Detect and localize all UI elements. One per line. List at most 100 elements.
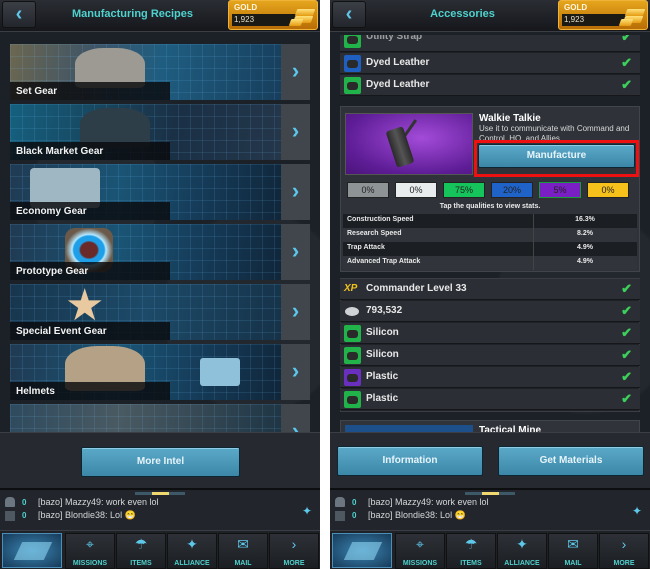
recipe-partial[interactable]: › bbox=[10, 404, 310, 432]
get-materials-button[interactable]: Get Materials bbox=[498, 446, 644, 476]
chevron-right-icon[interactable]: › bbox=[281, 344, 310, 400]
envelope-icon: ✉ bbox=[567, 536, 579, 552]
chat-bar[interactable]: 0 [bazo] Mazzy49: work even lol 0 [bazo]… bbox=[0, 490, 320, 530]
nav-label: MISSIONS bbox=[402, 560, 438, 567]
crosshair-icon: ⌖ bbox=[416, 536, 424, 552]
quality-white[interactable]: 0% bbox=[395, 182, 437, 198]
information-button[interactable]: Information bbox=[337, 446, 483, 476]
player-icon bbox=[335, 497, 345, 507]
page-title: Manufacturing Recipes bbox=[71, 8, 194, 20]
eagle-icon: ✦ bbox=[186, 536, 198, 552]
requirement-label: 793,532 bbox=[366, 305, 403, 316]
quality-grey[interactable]: 0% bbox=[347, 182, 389, 198]
nav-mail[interactable]: ✉ MAIL bbox=[548, 533, 598, 569]
nav-alliance[interactable]: ✦ ALLIANCE bbox=[497, 533, 547, 569]
material-row[interactable]: Dyed Leather ✔ bbox=[340, 53, 640, 74]
chevron-left-icon: ‹ bbox=[15, 3, 23, 25]
eagle-icon: ✦ bbox=[516, 536, 528, 552]
nav-label: MORE bbox=[613, 560, 635, 567]
chat-message: [bazo] Mazzy49: work even lol bbox=[38, 497, 159, 507]
silver-coins-icon bbox=[345, 307, 359, 316]
material-row[interactable]: Utility Strap ✔ bbox=[340, 35, 640, 52]
check-icon: ✔ bbox=[621, 347, 632, 362]
chat-bar[interactable]: 0 [bazo] Mazzy49: work even lol 0 [bazo]… bbox=[330, 490, 650, 530]
manufacture-button[interactable]: Manufacture bbox=[478, 144, 635, 168]
check-icon: ✔ bbox=[621, 369, 632, 384]
nav-mail[interactable]: ✉ MAIL bbox=[218, 533, 268, 569]
recipe-prototype-gear[interactable]: Prototype Gear › bbox=[10, 224, 310, 280]
nav-label: MISSIONS bbox=[72, 560, 108, 567]
recipe-special-event-gear[interactable]: ★ Special Event Gear › bbox=[10, 284, 310, 340]
back-button[interactable]: ‹ bbox=[2, 1, 36, 28]
quality-purple[interactable]: 5% bbox=[539, 182, 581, 198]
chat-message: [bazo] Blondie38: Lol 😁 bbox=[368, 510, 466, 520]
nav-items[interactable]: ☂ ITEMS bbox=[446, 533, 496, 569]
requirement-row[interactable]: Plastic ✔ bbox=[340, 367, 640, 388]
material-label: Dyed Leather bbox=[366, 57, 430, 68]
plastic-icon bbox=[344, 391, 361, 408]
base-icon bbox=[13, 542, 53, 560]
silicon-icon bbox=[344, 325, 361, 342]
stat-row: Trap Attack 4.9% bbox=[343, 242, 637, 256]
check-icon: ✔ bbox=[621, 303, 632, 318]
gold-label: GOLD bbox=[564, 3, 588, 12]
alliance-chat-icon[interactable]: ✦ bbox=[302, 504, 312, 518]
gold-bars-icon bbox=[618, 6, 646, 26]
quality-blue[interactable]: 20% bbox=[491, 182, 533, 198]
alliance-chat-icon[interactable]: ✦ bbox=[632, 504, 642, 518]
chat-drag-handle[interactable] bbox=[465, 492, 515, 495]
recipe-set-gear[interactable]: Set Gear › bbox=[10, 44, 310, 100]
chat-drag-handle[interactable] bbox=[135, 492, 185, 495]
nav-missions[interactable]: ⌖ MISSIONS bbox=[65, 533, 115, 569]
requirement-label: Plastic bbox=[366, 393, 399, 404]
gold-badge[interactable]: GOLD 1,923 bbox=[228, 0, 318, 30]
chevron-right-icon[interactable]: › bbox=[281, 224, 310, 280]
material-row[interactable]: Dyed Leather ✔ bbox=[340, 75, 640, 96]
requirement-row[interactable]: Silicon ✔ bbox=[340, 323, 640, 344]
check-icon: ✔ bbox=[621, 55, 632, 70]
recipe-helmets[interactable]: Helmets › bbox=[10, 344, 310, 400]
nav-alliance[interactable]: ✦ ALLIANCE bbox=[167, 533, 217, 569]
stat-row: Construction Speed 16.3% bbox=[343, 214, 637, 228]
chevron-right-icon[interactable]: › bbox=[281, 164, 310, 220]
recipe-economy-gear[interactable]: Economy Gear › bbox=[10, 164, 310, 220]
nav-items[interactable]: ☂ ITEMS bbox=[116, 533, 166, 569]
requirement-label: Silicon bbox=[366, 327, 399, 338]
back-button[interactable]: ‹ bbox=[332, 1, 366, 28]
base-button[interactable] bbox=[332, 533, 392, 568]
quality-green[interactable]: 75% bbox=[443, 182, 485, 198]
action-bar: More Intel bbox=[0, 432, 320, 490]
recipe-label: Special Event Gear bbox=[16, 326, 107, 337]
chevron-right-icon[interactable]: › bbox=[281, 404, 310, 432]
quality-gold[interactable]: 0% bbox=[587, 182, 629, 198]
nav-missions[interactable]: ⌖ MISSIONS bbox=[395, 533, 445, 569]
more-intel-button[interactable]: More Intel bbox=[81, 447, 240, 477]
requirement-row[interactable]: Plastic ✔ bbox=[340, 389, 640, 410]
nav-label: MAIL bbox=[234, 560, 252, 567]
chevron-right-icon[interactable]: › bbox=[281, 284, 310, 340]
qualities-hint: Tap the qualities to view stats. bbox=[439, 203, 541, 210]
requirement-row[interactable]: XP Commander Level 33 ✔ bbox=[340, 279, 640, 300]
nav-label: ITEMS bbox=[460, 560, 482, 567]
bottom-nav: ⌖ MISSIONS ☂ ITEMS ✦ ALLIANCE ✉ MAIL › MORE bbox=[0, 530, 320, 569]
recipe-black-market-gear[interactable]: Black Market Gear › bbox=[10, 104, 310, 160]
nav-more[interactable]: › MORE bbox=[269, 533, 319, 569]
requirement-row[interactable]: Silicon ✔ bbox=[340, 345, 640, 366]
header: ‹ Accessories GOLD 1,923 bbox=[330, 0, 650, 32]
chevron-right-icon[interactable]: › bbox=[281, 104, 310, 160]
stat-row: Advanced Trap Attack 4.9% bbox=[343, 256, 637, 270]
check-icon: ✔ bbox=[621, 35, 632, 44]
player-count: 0 bbox=[22, 498, 27, 507]
nav-label: ITEMS bbox=[130, 560, 152, 567]
nav-more[interactable]: › MORE bbox=[599, 533, 649, 569]
chevron-right-icon: › bbox=[291, 536, 297, 552]
base-button[interactable] bbox=[2, 533, 62, 568]
nav-label: ALLIANCE bbox=[174, 560, 210, 567]
material-icon bbox=[344, 77, 361, 94]
requirement-row[interactable]: 793,532 ✔ bbox=[340, 301, 640, 322]
player-icon bbox=[5, 497, 15, 507]
gold-badge[interactable]: GOLD 1,923 bbox=[558, 0, 648, 30]
requirement-label: Silicon bbox=[366, 349, 399, 360]
gold-value: 1,923 bbox=[232, 14, 297, 26]
chevron-right-icon[interactable]: › bbox=[281, 44, 310, 100]
